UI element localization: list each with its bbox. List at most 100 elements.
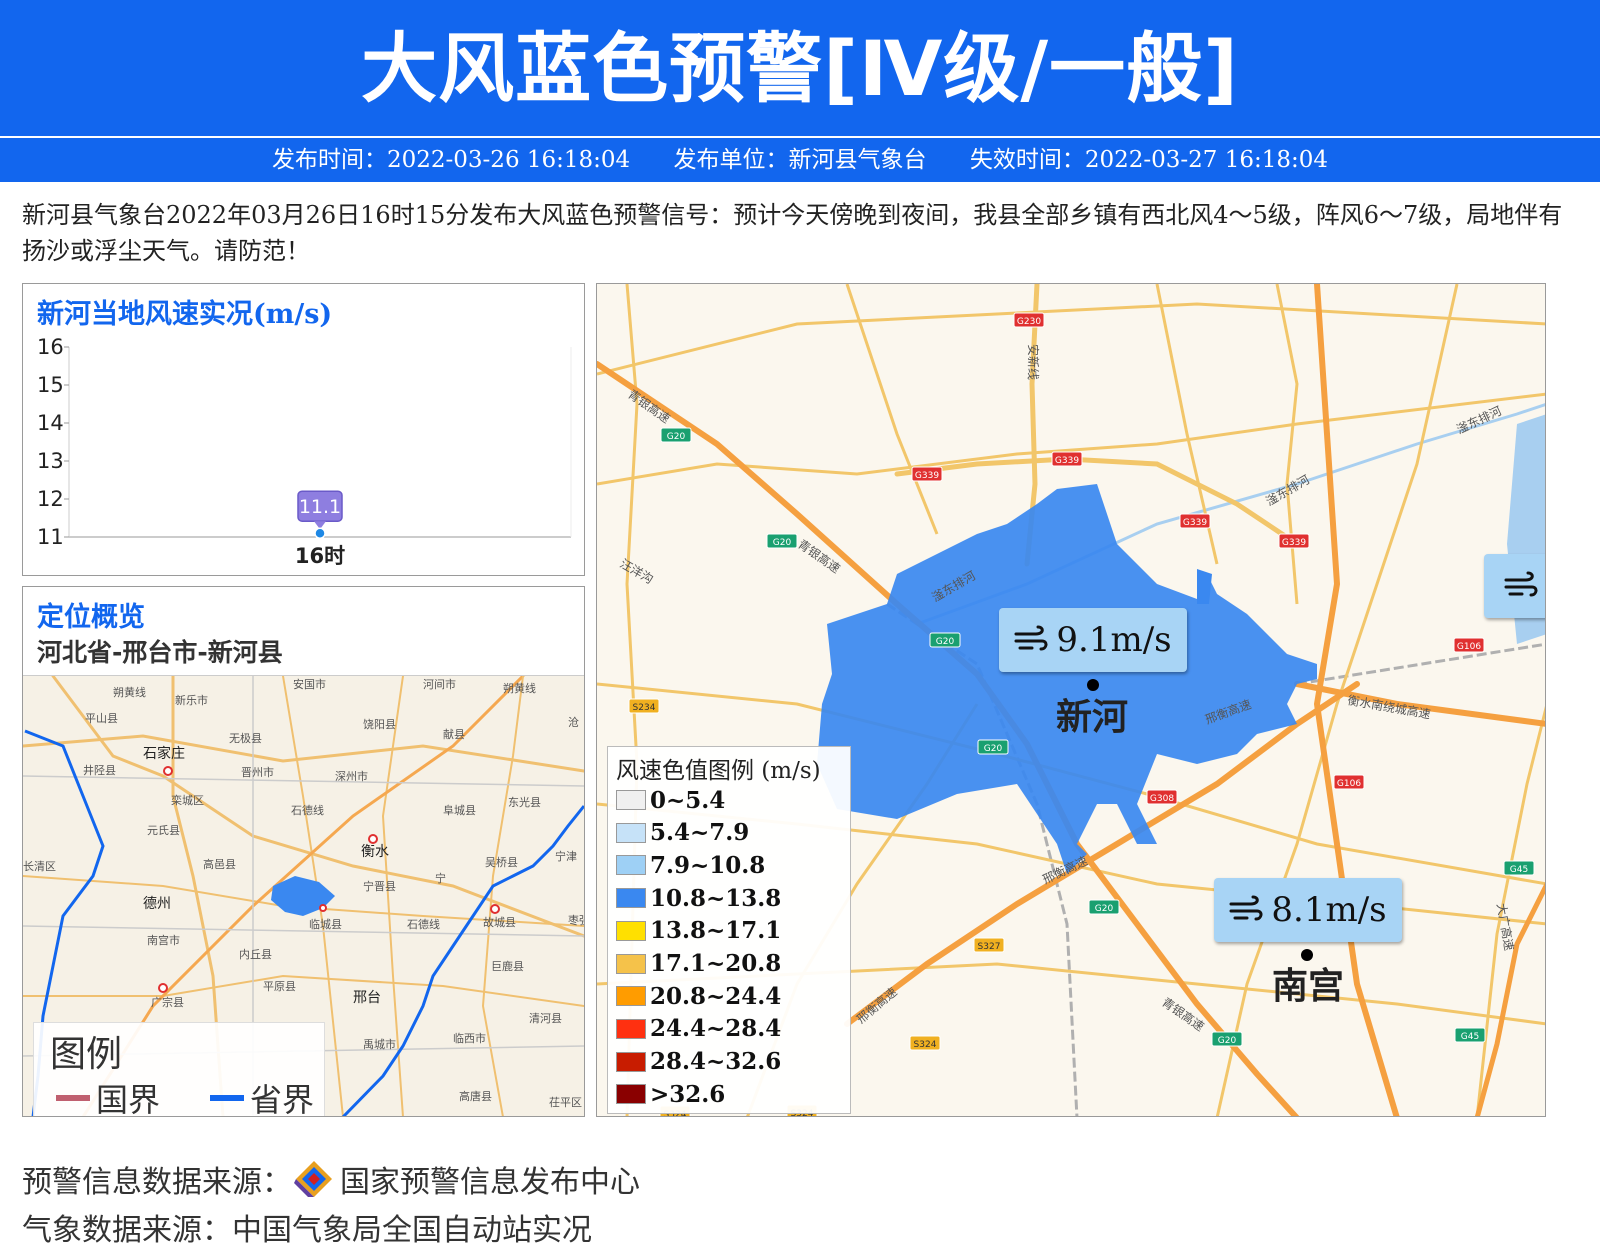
province-border-swatch bbox=[210, 1095, 244, 1101]
road-shield: S324 bbox=[909, 1035, 941, 1051]
data-label: 11.1 bbox=[297, 490, 343, 530]
overview-place-label: 晋州市 bbox=[241, 765, 274, 779]
wind-legend-label: 28.4~32.6 bbox=[650, 1048, 782, 1076]
overview-place-label: 广宗县 bbox=[151, 995, 184, 1009]
wind-legend-label: 17.1~20.8 bbox=[650, 950, 782, 977]
road-shield: G20 bbox=[977, 739, 1009, 755]
overview-place-label: 禹城市 bbox=[363, 1037, 396, 1051]
y-tick-label: 14 bbox=[37, 411, 64, 435]
early-warning-logo-icon bbox=[294, 1161, 332, 1197]
wind-map-panel[interactable]: G230 G20 G339 G339 G339 G339 G20 G20 G106 S234 G20… bbox=[596, 283, 1546, 1117]
overview-place-label: 东光县 bbox=[508, 795, 541, 809]
overview-map[interactable]: 朔黄线 安国市 河间市 朔黄线沧平山县 新乐市 饶阳县 献县 无极县 石家庄 井陉县 晋州市 深州市栾… bbox=[23, 675, 584, 1116]
y-tick-label: 12 bbox=[37, 487, 64, 511]
road-shield: G230 bbox=[1013, 312, 1045, 328]
overview-place-label: 南宫市 bbox=[147, 933, 180, 947]
wind-legend-item: 24.4~28.4 bbox=[616, 1014, 781, 1044]
svg-text:S327: S327 bbox=[978, 942, 1001, 952]
station-badge-offscreen[interactable] bbox=[1484, 554, 1545, 618]
wind-icon bbox=[1229, 895, 1263, 921]
road-shield: G20 bbox=[929, 632, 961, 648]
warning-source: 预警信息数据来源： 国家预警信息发布中心 bbox=[22, 1157, 640, 1201]
svg-text:G339: G339 bbox=[1055, 456, 1079, 466]
overview-legend-title: 图例 bbox=[50, 1034, 123, 1075]
location-panel: 定位概览 河北省-邢台市-新河县 朔黄线 安国市 河间市 朔黄线 沧 平山县 新… bbox=[22, 586, 585, 1117]
road-shield: G339 bbox=[1278, 533, 1310, 549]
wind-legend-swatch bbox=[616, 790, 646, 810]
data-point[interactable] bbox=[314, 527, 326, 539]
overview-place-label: 沧 bbox=[568, 715, 579, 729]
warning-source-label: 预警信息数据来源： bbox=[22, 1165, 292, 1200]
weather-source: 气象数据来源：中国气象局全国自动站实况 bbox=[22, 1213, 592, 1248]
y-tick-label: 16 bbox=[37, 335, 64, 359]
location-path: 河北省-邢台市-新河县 bbox=[37, 638, 283, 667]
svg-text:G45: G45 bbox=[1461, 1032, 1479, 1042]
overview-place-label: 临西市 bbox=[453, 1031, 486, 1045]
svg-text:G339: G339 bbox=[915, 471, 939, 481]
overview-place-label: 衡水 bbox=[361, 844, 389, 860]
legend-item-national-border: 国界 bbox=[56, 1075, 160, 1116]
overview-place-label: 井陉县 bbox=[83, 763, 116, 777]
wind-legend-item: >32.6 bbox=[616, 1079, 725, 1109]
overview-place-label: 故城县 bbox=[483, 915, 516, 929]
overview-place-label: 宁晋县 bbox=[363, 879, 396, 893]
overview-place-label: 平山县 bbox=[85, 712, 118, 725]
svg-text:S234: S234 bbox=[633, 703, 656, 713]
wind-legend-item: 28.4~32.6 bbox=[616, 1047, 781, 1077]
y-tick-label: 13 bbox=[37, 449, 64, 473]
wind-legend-label: 10.8~13.8 bbox=[650, 884, 782, 912]
overview-legend: 图例 国界 省界 bbox=[33, 1022, 325, 1116]
warning-source-org: 国家预警信息发布中心 bbox=[340, 1165, 640, 1200]
station-badge-xinhe[interactable]: 9.1m/s bbox=[999, 608, 1187, 672]
wind-speed-chart: 16 15 14 13 12 11 16时 11.1 bbox=[37, 335, 572, 568]
meta-bar: 发布时间：2022-03-26 16:18:04 发布单位：新河县气象台 失效时… bbox=[0, 138, 1600, 182]
overview-place-label: 阜城县 bbox=[443, 804, 476, 817]
road-shield: S327 bbox=[973, 937, 1005, 953]
province-border-label: 省界 bbox=[250, 1081, 315, 1116]
svg-text:G339: G339 bbox=[1282, 538, 1306, 548]
overview-place-label: 临城县 bbox=[309, 917, 342, 931]
wind-legend-item: 20.8~24.4 bbox=[616, 981, 781, 1011]
svg-text:G106: G106 bbox=[1457, 642, 1481, 652]
svg-text:G20: G20 bbox=[1218, 1036, 1237, 1046]
overview-place-label: 高邑县 bbox=[203, 857, 236, 871]
svg-text:11.1: 11.1 bbox=[299, 496, 341, 518]
overview-place-label: 栾城区 bbox=[171, 793, 204, 807]
road-name-label: 安新线 bbox=[1026, 344, 1041, 380]
y-tick-label: 15 bbox=[37, 373, 64, 397]
road-shield: G20 bbox=[1088, 899, 1120, 915]
overview-place-label: 平原县 bbox=[263, 980, 296, 993]
page-title: 大风蓝色预警[Ⅳ级/一般] bbox=[0, 0, 1600, 136]
wind-legend-item: 10.8~13.8 bbox=[616, 883, 781, 913]
publish-time: 发布时间：2022-03-26 16:18:04 bbox=[271, 147, 631, 173]
road-shield: G20 bbox=[766, 533, 798, 549]
wind-legend-label: >32.6 bbox=[650, 1080, 726, 1108]
overview-place-label: 枣强县 bbox=[568, 914, 584, 927]
svg-text:G339: G339 bbox=[1183, 518, 1207, 528]
road-shield: G45 bbox=[1454, 1027, 1486, 1043]
wind-legend-swatch bbox=[616, 1051, 646, 1072]
overview-place-label: 朔黄线 bbox=[113, 685, 146, 699]
road-shield: S234 bbox=[628, 698, 660, 714]
wind-legend-swatch bbox=[616, 822, 646, 843]
overview-place-label: 石德线 bbox=[291, 803, 324, 817]
svg-text:G45: G45 bbox=[1510, 865, 1528, 875]
wind-legend-item: 0~5.4 bbox=[616, 785, 725, 815]
wind-legend-label: 20.8~24.4 bbox=[650, 982, 782, 1010]
wind-legend-label: 7.9~10.8 bbox=[650, 851, 766, 879]
overview-place-label: 无极县 bbox=[229, 731, 262, 745]
wind-legend-title: 风速色值图例 (m/s) bbox=[616, 758, 821, 784]
wind-legend-item: 13.8~17.1 bbox=[616, 916, 781, 946]
svg-text:G20: G20 bbox=[667, 432, 686, 442]
svg-text:G20: G20 bbox=[1095, 904, 1114, 914]
wind-legend-swatch bbox=[616, 888, 646, 909]
overview-place-label: 内丘县 bbox=[239, 947, 272, 961]
overview-place-label: 石家庄 bbox=[143, 745, 185, 762]
wind-legend-label: 0~5.4 bbox=[650, 786, 726, 814]
overview-place-label: 深州市 bbox=[335, 769, 368, 783]
svg-text:G308: G308 bbox=[1150, 794, 1174, 804]
station-badge-nangong[interactable]: 8.1m/s bbox=[1214, 878, 1402, 942]
svg-text:G230: G230 bbox=[1017, 317, 1041, 327]
overview-place-label: 吴桥县 bbox=[485, 856, 518, 869]
overview-place-label: 宁 bbox=[435, 871, 446, 885]
